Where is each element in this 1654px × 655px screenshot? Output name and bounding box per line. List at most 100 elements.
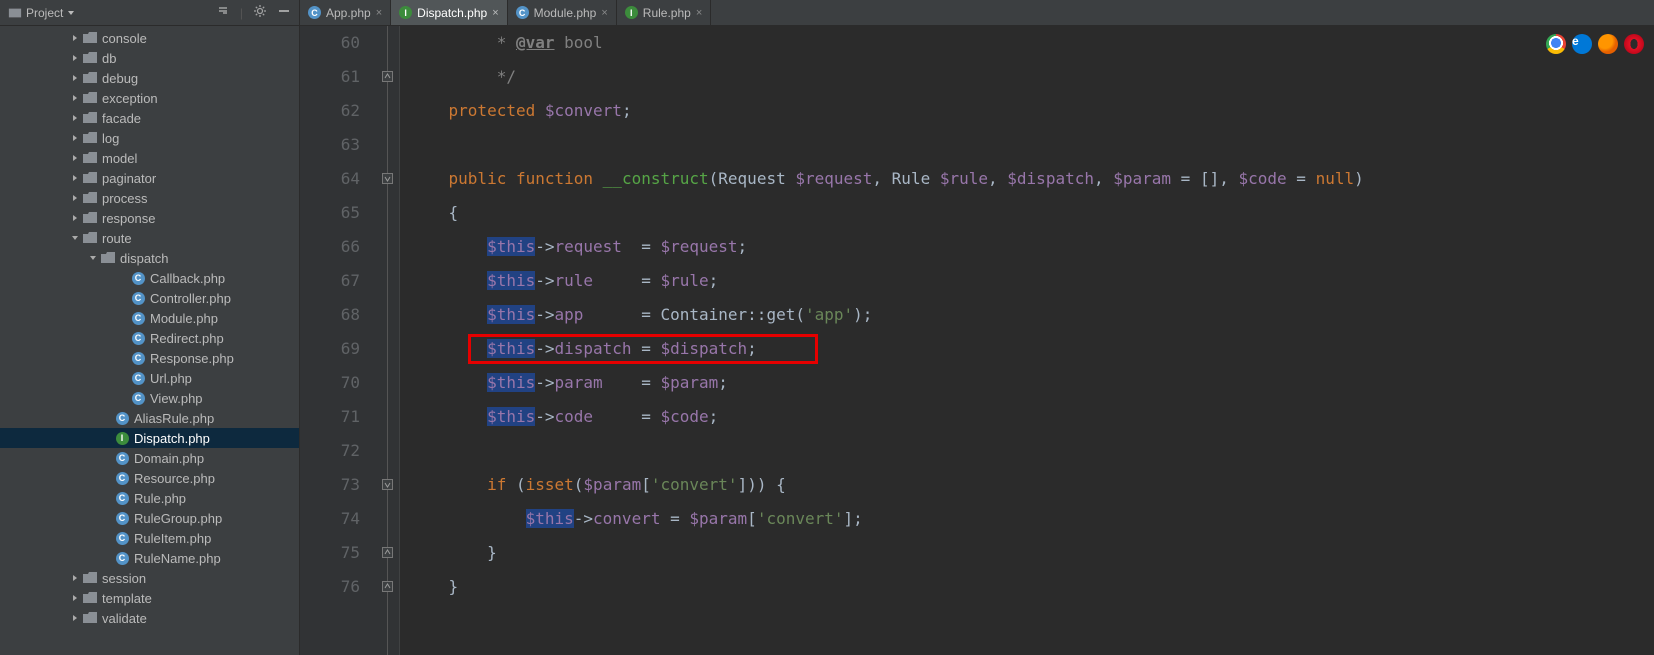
php-class-icon: C bbox=[131, 371, 145, 385]
code-line[interactable]: $this->code = $code; bbox=[410, 400, 1654, 434]
fold-marker-icon[interactable] bbox=[382, 173, 393, 184]
tree-item-ruleitem-php[interactable]: CRuleItem.php bbox=[0, 528, 299, 548]
tree-arrow-icon bbox=[70, 73, 80, 83]
tree-item-label: Controller.php bbox=[150, 291, 231, 306]
php-class-icon: C bbox=[115, 511, 129, 525]
close-icon[interactable]: × bbox=[376, 7, 382, 19]
tree-item-dispatch-php[interactable]: IDispatch.php bbox=[0, 428, 299, 448]
tree-item-module-php[interactable]: CModule.php bbox=[0, 308, 299, 328]
line-number: 71 bbox=[300, 400, 360, 434]
tree-arrow-icon bbox=[70, 113, 80, 123]
tree-arrow-icon bbox=[70, 233, 80, 243]
gear-icon[interactable] bbox=[253, 4, 267, 21]
hide-icon[interactable] bbox=[277, 4, 291, 21]
tree-item-log[interactable]: log bbox=[0, 128, 299, 148]
tree-item-template[interactable]: template bbox=[0, 588, 299, 608]
line-number: 66 bbox=[300, 230, 360, 264]
tree-item-paginator[interactable]: paginator bbox=[0, 168, 299, 188]
code-line[interactable]: $this->rule = $rule; bbox=[410, 264, 1654, 298]
code-line[interactable]: $this->dispatch = $dispatch; bbox=[410, 332, 1654, 366]
edge-icon[interactable]: e bbox=[1572, 34, 1592, 54]
tree-item-label: RuleName.php bbox=[134, 551, 221, 566]
tree-item-facade[interactable]: facade bbox=[0, 108, 299, 128]
code-line[interactable] bbox=[410, 434, 1654, 468]
tree-item-console[interactable]: console bbox=[0, 28, 299, 48]
tree-arrow-icon bbox=[102, 453, 112, 463]
tree-item-label: log bbox=[102, 131, 119, 146]
editor-body[interactable]: 6061626364656667686970717273747576 * @va… bbox=[300, 26, 1654, 655]
tree-arrow-icon bbox=[70, 573, 80, 583]
tab-module-php[interactable]: CModule.php× bbox=[508, 0, 617, 25]
project-icon bbox=[8, 6, 22, 20]
tree-item-url-php[interactable]: CUrl.php bbox=[0, 368, 299, 388]
tree-arrow-icon bbox=[70, 133, 80, 143]
tree-arrow-icon bbox=[70, 153, 80, 163]
code-line[interactable]: $this->param = $param; bbox=[410, 366, 1654, 400]
close-icon[interactable]: × bbox=[696, 7, 702, 19]
tree-item-model[interactable]: model bbox=[0, 148, 299, 168]
collapse-icon[interactable] bbox=[216, 4, 230, 21]
tree-item-response-php[interactable]: CResponse.php bbox=[0, 348, 299, 368]
tree-item-label: debug bbox=[102, 71, 138, 86]
opera-icon[interactable] bbox=[1624, 34, 1644, 54]
code-line[interactable]: * @var bool bbox=[410, 26, 1654, 60]
code-line[interactable]: */ bbox=[410, 60, 1654, 94]
project-tree[interactable]: console db debug exceptionfacade log modelpag… bbox=[0, 26, 299, 655]
code-line[interactable]: $this->convert = $param['convert']; bbox=[410, 502, 1654, 536]
fold-marker-icon[interactable] bbox=[382, 71, 393, 82]
tree-item-rulename-php[interactable]: CRuleName.php bbox=[0, 548, 299, 568]
line-number: 68 bbox=[300, 298, 360, 332]
tree-item-label: Resource.php bbox=[134, 471, 215, 486]
tree-item-callback-php[interactable]: CCallback.php bbox=[0, 268, 299, 288]
close-icon[interactable]: × bbox=[492, 7, 498, 19]
tab-app-php[interactable]: CApp.php× bbox=[300, 0, 391, 25]
tree-item-label: db bbox=[102, 51, 116, 66]
tree-arrow-icon bbox=[70, 33, 80, 43]
code-line[interactable]: protected $convert; bbox=[410, 94, 1654, 128]
tree-item-rule-php[interactable]: CRule.php bbox=[0, 488, 299, 508]
tree-item-label: View.php bbox=[150, 391, 203, 406]
php-class-icon: C bbox=[131, 311, 145, 325]
code-content[interactable]: * @var bool */ protected $convert; publi… bbox=[400, 26, 1654, 655]
line-number: 61 bbox=[300, 60, 360, 94]
fold-marker-icon[interactable] bbox=[382, 581, 393, 592]
code-line[interactable]: public function __construct(Request $req… bbox=[410, 162, 1654, 196]
firefox-icon[interactable] bbox=[1598, 34, 1618, 54]
tree-item-process[interactable]: process bbox=[0, 188, 299, 208]
php-class-icon: C bbox=[131, 331, 145, 345]
tree-item-response[interactable]: response bbox=[0, 208, 299, 228]
code-line[interactable] bbox=[410, 128, 1654, 162]
tree-item-controller-php[interactable]: CController.php bbox=[0, 288, 299, 308]
tree-item-debug[interactable]: debug bbox=[0, 68, 299, 88]
code-line[interactable]: if (isset($param['convert'])) { bbox=[410, 468, 1654, 502]
code-line[interactable]: $this->app = Container::get('app'); bbox=[410, 298, 1654, 332]
tree-item-domain-php[interactable]: CDomain.php bbox=[0, 448, 299, 468]
project-title: Project bbox=[26, 6, 63, 20]
code-line[interactable]: } bbox=[410, 570, 1654, 604]
fold-marker-icon[interactable] bbox=[382, 547, 393, 558]
line-number: 70 bbox=[300, 366, 360, 400]
tab-rule-php[interactable]: IRule.php× bbox=[617, 0, 711, 25]
php-class-icon: C bbox=[516, 6, 529, 19]
tree-item-aliasrule-php[interactable]: CAliasRule.php bbox=[0, 408, 299, 428]
chrome-icon[interactable] bbox=[1546, 34, 1566, 54]
tree-item-redirect-php[interactable]: CRedirect.php bbox=[0, 328, 299, 348]
php-class-icon: C bbox=[131, 271, 145, 285]
tree-item-db[interactable]: db bbox=[0, 48, 299, 68]
tree-item-exception[interactable]: exception bbox=[0, 88, 299, 108]
code-line[interactable]: } bbox=[410, 536, 1654, 570]
tree-item-rulegroup-php[interactable]: CRuleGroup.php bbox=[0, 508, 299, 528]
code-line[interactable]: { bbox=[410, 196, 1654, 230]
project-dropdown[interactable]: Project bbox=[8, 6, 75, 20]
tree-item-dispatch[interactable]: dispatch bbox=[0, 248, 299, 268]
tree-item-route[interactable]: route bbox=[0, 228, 299, 248]
code-line[interactable]: $this->request = $request; bbox=[410, 230, 1654, 264]
tree-item-resource-php[interactable]: CResource.php bbox=[0, 468, 299, 488]
fold-marker-icon[interactable] bbox=[382, 479, 393, 490]
tree-item-view-php[interactable]: CView.php bbox=[0, 388, 299, 408]
tab-dispatch-php[interactable]: IDispatch.php× bbox=[391, 0, 507, 25]
tree-item-label: Dispatch.php bbox=[134, 431, 210, 446]
tree-item-session[interactable]: session bbox=[0, 568, 299, 588]
close-icon[interactable]: × bbox=[601, 7, 607, 19]
tree-item-validate[interactable]: validate bbox=[0, 608, 299, 628]
